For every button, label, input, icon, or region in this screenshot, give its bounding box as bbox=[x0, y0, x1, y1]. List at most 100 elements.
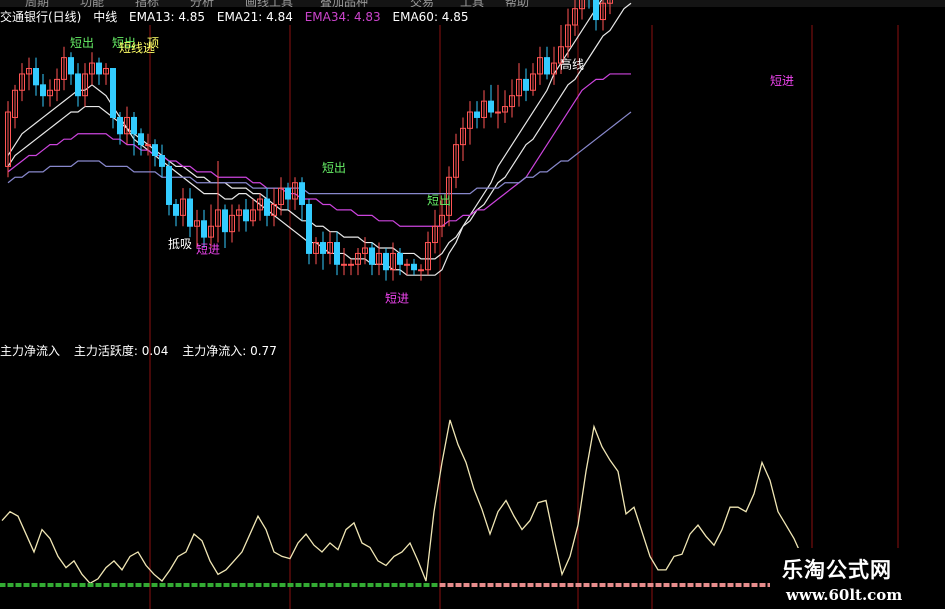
activity-bar bbox=[463, 583, 470, 587]
activity-bar bbox=[583, 583, 590, 587]
activity-bar bbox=[367, 583, 374, 587]
activity-bar bbox=[375, 583, 382, 587]
candle-body bbox=[334, 242, 340, 265]
activity-bar bbox=[111, 583, 118, 587]
candle-body bbox=[544, 57, 550, 75]
activity-bar bbox=[543, 583, 550, 587]
activity-bar bbox=[495, 583, 502, 587]
candle-body bbox=[474, 111, 480, 118]
activity-bar bbox=[263, 583, 270, 587]
candle-body bbox=[348, 263, 354, 266]
watermark-url: www.60lt.com bbox=[786, 586, 903, 604]
activity-bar bbox=[479, 583, 486, 587]
signal-label: 短出 bbox=[427, 193, 451, 207]
activity-bar bbox=[719, 583, 726, 587]
activity-bar bbox=[183, 583, 190, 587]
activity-bar bbox=[47, 583, 54, 587]
activity-bar bbox=[0, 583, 6, 587]
ema-line-ema34 bbox=[7, 73, 631, 227]
candle-body bbox=[166, 165, 172, 205]
candle-body bbox=[173, 203, 179, 216]
ema-line-ema13 bbox=[7, 0, 603, 276]
activity-bar bbox=[215, 583, 222, 587]
candle-body bbox=[33, 68, 39, 86]
ema-line-ema60 bbox=[7, 111, 632, 195]
activity-bar bbox=[447, 583, 454, 587]
candle-body bbox=[145, 144, 151, 147]
candle-body bbox=[320, 242, 326, 254]
activity-bar bbox=[55, 583, 62, 587]
activity-bar bbox=[711, 583, 718, 587]
candle-body bbox=[285, 187, 291, 200]
candle-body bbox=[397, 252, 403, 265]
candle-body bbox=[341, 263, 347, 266]
signal-label: 短进 bbox=[770, 74, 794, 88]
chart-canvas[interactable]: 短出 短出短线逃顶短出短出抵吸 短进短进高线短进 bbox=[0, 0, 945, 609]
candle-body bbox=[187, 198, 193, 227]
signal-label: 高线 bbox=[560, 57, 584, 72]
activity-bar bbox=[567, 583, 574, 587]
candle-body bbox=[152, 144, 158, 157]
activity-bar bbox=[647, 583, 654, 587]
candle-body bbox=[159, 155, 165, 167]
activity-bar bbox=[679, 583, 686, 587]
activity-bar bbox=[423, 583, 430, 587]
ema-line-ema21 bbox=[7, 2, 632, 260]
activity-bar bbox=[159, 583, 166, 587]
signal-label: 抵吸 bbox=[168, 237, 192, 251]
candle-body bbox=[418, 269, 424, 272]
activity-bar bbox=[119, 583, 126, 587]
activity-bar bbox=[87, 583, 94, 587]
candle-body bbox=[495, 111, 501, 114]
activity-bar bbox=[79, 583, 86, 587]
activity-bar bbox=[687, 583, 694, 587]
activity-bar bbox=[135, 583, 142, 587]
activity-bar bbox=[431, 583, 438, 587]
activity-bar bbox=[287, 583, 294, 587]
activity-bar bbox=[103, 583, 110, 587]
activity-bar bbox=[71, 583, 78, 587]
activity-bar bbox=[551, 583, 558, 587]
candle-body bbox=[593, 0, 599, 21]
activity-bar bbox=[143, 583, 150, 587]
activity-bar bbox=[207, 583, 214, 587]
activity-bar bbox=[7, 583, 14, 587]
candle-body bbox=[264, 198, 270, 216]
activity-bar bbox=[223, 583, 230, 587]
candle-body bbox=[40, 84, 46, 97]
activity-bar bbox=[415, 583, 422, 587]
activity-bar bbox=[639, 583, 646, 587]
activity-bar bbox=[95, 583, 102, 587]
activity-bar bbox=[191, 583, 198, 587]
activity-bar bbox=[743, 583, 750, 587]
activity-bar bbox=[295, 583, 302, 587]
watermark-title: 乐淘公式网 bbox=[782, 557, 892, 582]
candle-body bbox=[306, 203, 312, 254]
candle-body bbox=[299, 182, 305, 205]
signal-label: 短进 bbox=[196, 242, 220, 256]
signal-label: 短出 bbox=[322, 161, 346, 175]
activity-bar bbox=[271, 583, 278, 587]
candle-body bbox=[523, 78, 529, 91]
activity-bar bbox=[439, 583, 446, 587]
activity-bar bbox=[671, 583, 678, 587]
activity-bar bbox=[511, 583, 518, 587]
activity-bar bbox=[311, 583, 318, 587]
inflow-line bbox=[1, 419, 810, 585]
activity-bar bbox=[559, 583, 566, 587]
activity-bar bbox=[127, 583, 134, 587]
activity-bar bbox=[575, 583, 582, 587]
candle-body bbox=[131, 116, 137, 135]
watermark: 乐淘公式网 www.60lt.com bbox=[770, 548, 945, 609]
activity-bar bbox=[391, 583, 398, 587]
activity-bar bbox=[351, 583, 358, 587]
signal-label: 短进 bbox=[385, 291, 409, 305]
activity-bar bbox=[655, 583, 662, 587]
activity-bar bbox=[23, 583, 30, 587]
candle-body bbox=[369, 247, 375, 265]
activity-bar bbox=[231, 583, 238, 587]
candle-body bbox=[243, 209, 249, 222]
activity-bar bbox=[399, 583, 406, 587]
activity-bar bbox=[535, 583, 542, 587]
activity-bar bbox=[607, 583, 614, 587]
